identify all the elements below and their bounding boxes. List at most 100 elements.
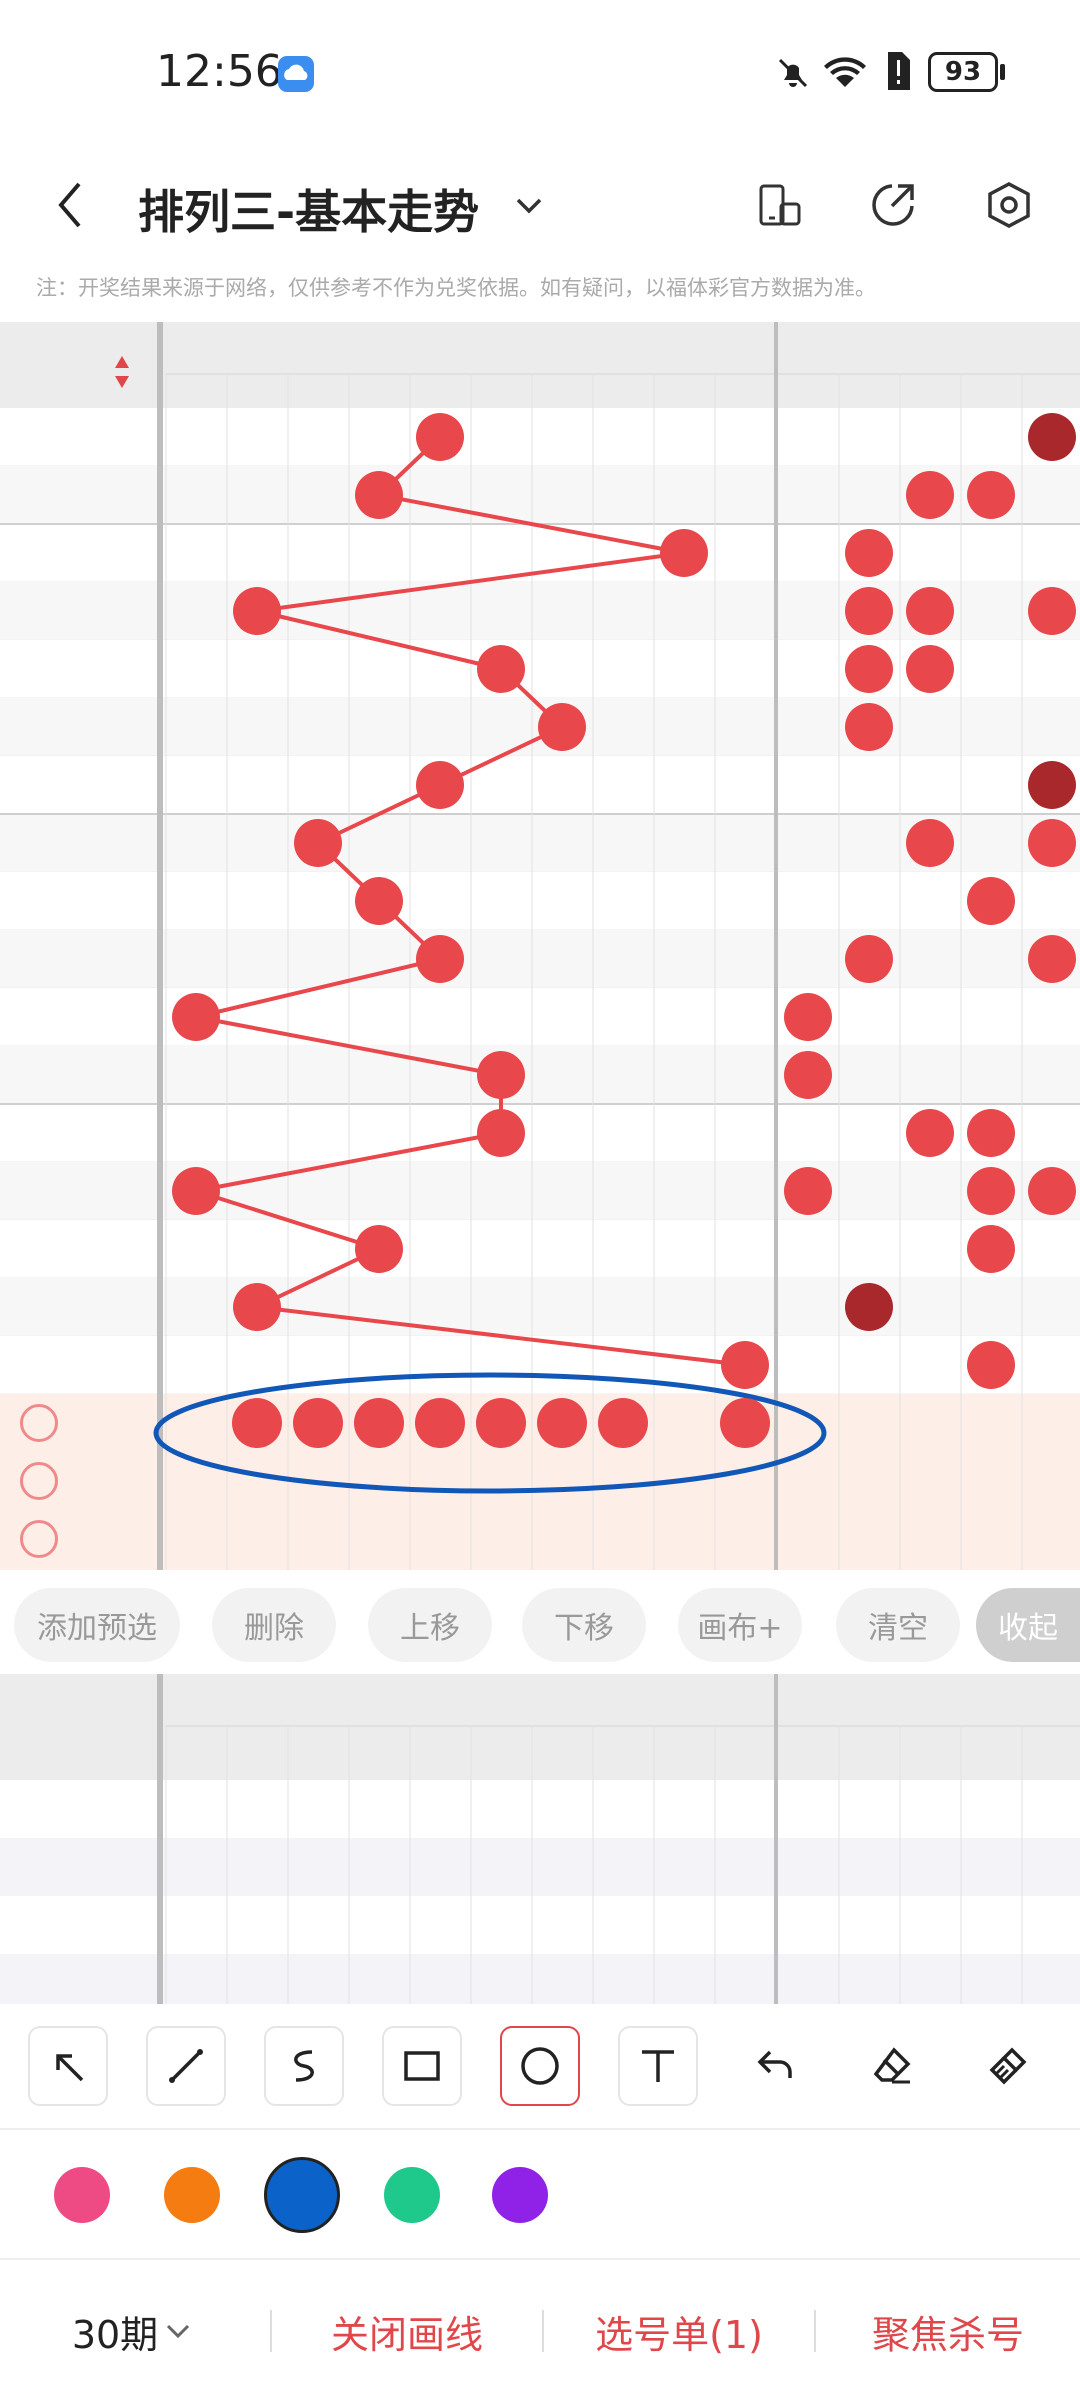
select-digit-cell[interactable]	[532, 1510, 592, 1568]
settings-icon[interactable]	[984, 180, 1034, 234]
select-digit-cell[interactable]	[593, 1510, 653, 1568]
select-row-radio[interactable]	[20, 1520, 58, 1558]
miss-count-cell	[349, 988, 409, 1046]
select-digit-cell[interactable]	[349, 1510, 409, 1568]
color-swatch[interactable]	[492, 2167, 548, 2223]
select-digit-cell[interactable]	[166, 1510, 226, 1568]
select-digit-cell[interactable]	[471, 1452, 531, 1510]
action-button[interactable]: 上移	[368, 1588, 492, 1662]
action-button[interactable]: 画布+	[678, 1588, 802, 1662]
sort-icon[interactable]	[114, 354, 130, 394]
select-digit-cell[interactable]	[288, 1510, 348, 1568]
selected-digit-ball[interactable]	[720, 1398, 770, 1448]
miss-count-cell	[288, 1162, 348, 1220]
color-swatch[interactable]	[264, 2157, 340, 2233]
zuxuan-count-cell	[839, 1104, 899, 1162]
select-digit-cell[interactable]	[593, 1452, 653, 1510]
miss-count-cell	[593, 582, 653, 640]
select-zuxuan-cell[interactable]	[961, 1452, 1021, 1510]
select-zuxuan-cell[interactable]	[778, 1394, 838, 1452]
select-digit-cell[interactable]	[410, 1510, 470, 1568]
zuxuan-count-cell	[778, 408, 838, 466]
miss-count-cell	[166, 1336, 226, 1394]
select-zuxuan-cell[interactable]	[839, 1394, 899, 1452]
select-digit-cell[interactable]	[715, 1510, 775, 1568]
close-lines-button[interactable]: 关闭画线	[272, 2260, 542, 2402]
select-zuxuan-cell[interactable]	[961, 1510, 1021, 1568]
undo-icon[interactable]	[736, 2026, 816, 2106]
select-zuxuan-cell[interactable]	[778, 1452, 838, 1510]
select-zuxuan-cell[interactable]	[900, 1452, 960, 1510]
circle-tool-icon[interactable]	[500, 2026, 580, 2106]
select-zuxuan-cell[interactable]	[900, 1394, 960, 1452]
select-digit-cell[interactable]	[532, 1452, 592, 1510]
line-tool-icon[interactable]	[146, 2026, 226, 2106]
select-zuxuan-cell[interactable]	[961, 1394, 1021, 1452]
chevron-down-icon[interactable]	[512, 188, 546, 226]
color-swatch[interactable]	[54, 2167, 110, 2223]
miss-count-cell	[654, 1336, 714, 1394]
eraser-icon[interactable]	[852, 2026, 932, 2106]
miss-count-cell	[715, 698, 775, 756]
text-tool-icon[interactable]	[618, 2026, 698, 2106]
zuxuan-count-cell	[900, 1336, 960, 1394]
select-row-radio[interactable]	[20, 1404, 58, 1442]
action-button[interactable]: 添加预选	[14, 1588, 180, 1662]
select-digit-cell[interactable]	[166, 1394, 226, 1452]
action-button[interactable]: 下移	[522, 1588, 646, 1662]
miss-count-cell	[349, 1278, 409, 1336]
selected-digit-ball[interactable]	[537, 1398, 587, 1448]
arrow-tool-icon[interactable]	[28, 2026, 108, 2106]
ticket-button[interactable]: 选号单(1)	[544, 2260, 814, 2402]
select-zuxuan-cell[interactable]	[1022, 1510, 1080, 1568]
share-icon[interactable]	[868, 180, 918, 234]
select-digit-cell[interactable]	[166, 1452, 226, 1510]
select-digit-cell[interactable]	[654, 1510, 714, 1568]
selected-digit-ball[interactable]	[354, 1398, 404, 1448]
miss-count-cell	[227, 466, 287, 524]
select-digit-cell[interactable]	[654, 1394, 714, 1452]
stat-value	[1022, 1954, 1080, 2004]
miss-count-cell	[288, 872, 348, 930]
action-button[interactable]: 删除	[212, 1588, 336, 1662]
select-zuxuan-cell[interactable]	[1022, 1452, 1080, 1510]
color-swatch[interactable]	[384, 2167, 440, 2223]
stat-value	[961, 1780, 1021, 1838]
action-button[interactable]: 清空	[836, 1588, 960, 1662]
selected-digit-ball[interactable]	[476, 1398, 526, 1448]
select-digit-cell[interactable]	[410, 1452, 470, 1510]
layout-icon[interactable]	[755, 180, 805, 234]
select-digit-cell[interactable]	[654, 1452, 714, 1510]
clear-brush-icon[interactable]	[968, 2026, 1048, 2106]
zuxuan-digit-header	[900, 1726, 960, 1780]
color-swatch[interactable]	[164, 2167, 220, 2223]
select-digit-cell[interactable]	[715, 1452, 775, 1510]
select-digit-cell[interactable]	[471, 1510, 531, 1568]
selected-digit-ball[interactable]	[232, 1398, 282, 1448]
select-digit-cell[interactable]	[227, 1452, 287, 1510]
select-row-radio[interactable]	[20, 1462, 58, 1500]
page-title[interactable]: 排列三-基本走势	[138, 176, 479, 242]
units-digit-header	[654, 1726, 714, 1780]
miss-count-cell	[654, 1220, 714, 1278]
select-zuxuan-cell[interactable]	[778, 1510, 838, 1568]
miss-count-cell	[166, 1046, 226, 1104]
period-selector[interactable]: 30期	[0, 2260, 270, 2402]
back-arrow-icon[interactable]	[40, 160, 100, 250]
action-button[interactable]: 收起	[976, 1588, 1080, 1662]
select-zuxuan-cell[interactable]	[900, 1510, 960, 1568]
rectangle-tool-icon[interactable]	[382, 2026, 462, 2106]
select-zuxuan-cell[interactable]	[1022, 1394, 1080, 1452]
select-digit-cell[interactable]	[349, 1452, 409, 1510]
selected-digit-ball[interactable]	[598, 1398, 648, 1448]
select-digit-cell[interactable]	[288, 1452, 348, 1510]
select-digit-cell[interactable]	[227, 1510, 287, 1568]
select-zuxuan-cell[interactable]	[839, 1452, 899, 1510]
select-zuxuan-cell[interactable]	[839, 1510, 899, 1568]
selected-digit-ball[interactable]	[293, 1398, 343, 1448]
miss-count-cell	[654, 582, 714, 640]
miss-count-cell	[410, 698, 470, 756]
curve-tool-icon[interactable]	[264, 2026, 344, 2106]
selected-digit-ball[interactable]	[415, 1398, 465, 1448]
focus-kill-button[interactable]: 聚焦杀号	[816, 2260, 1080, 2402]
